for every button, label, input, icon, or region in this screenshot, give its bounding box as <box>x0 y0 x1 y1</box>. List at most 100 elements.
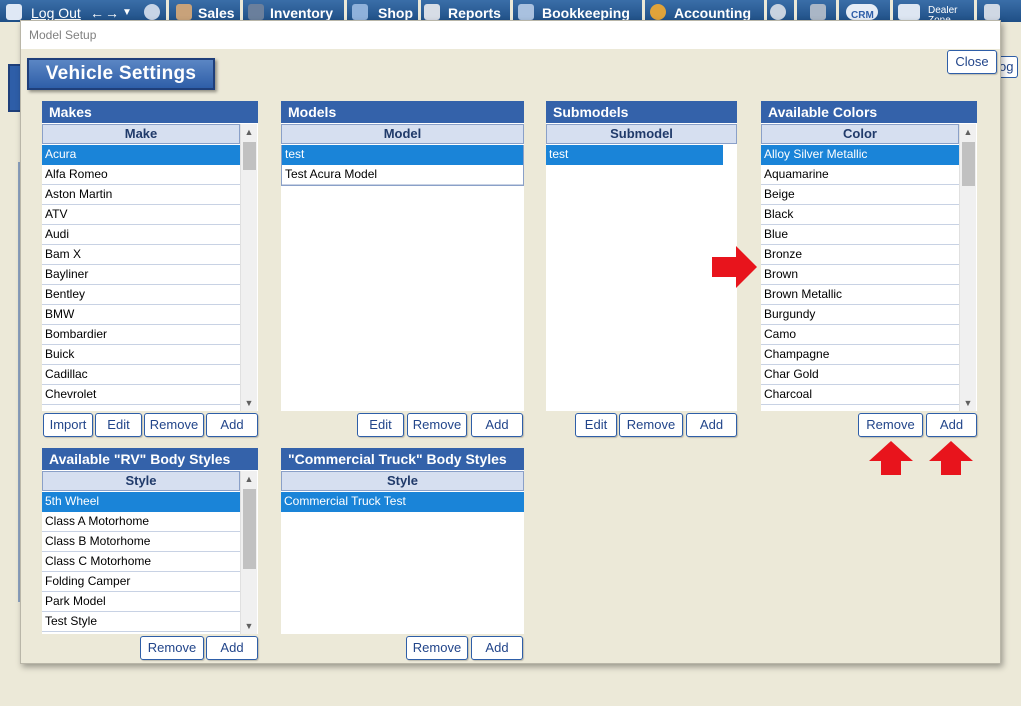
list-item[interactable]: Test Style <box>42 612 240 632</box>
list-item[interactable]: Alloy Silver Metallic <box>761 145 959 165</box>
makes-add-button[interactable]: Add <box>206 413 258 437</box>
list-item[interactable]: Bam X <box>42 245 240 265</box>
list-item[interactable]: Buick <box>42 345 240 365</box>
list-item[interactable]: test <box>282 145 523 165</box>
list-item[interactable]: test <box>546 145 723 165</box>
list-item[interactable]: 5th Wheel <box>42 492 240 512</box>
bookkeeping-menu[interactable]: Bookkeeping <box>542 0 638 22</box>
car-icon <box>248 4 264 20</box>
scroll-down-arrow-icon[interactable]: ▼ <box>241 395 257 411</box>
colors-panel: Available Colors Color Alloy Silver Meta… <box>761 101 977 411</box>
list-item[interactable]: Brown Metallic <box>761 285 959 305</box>
make-column-header[interactable]: Make <box>42 124 240 144</box>
submodels-remove-button[interactable]: Remove <box>619 413 683 437</box>
list-item[interactable]: Commercial Truck Test <box>281 492 524 512</box>
makes-import-button[interactable]: Import <box>43 413 93 437</box>
models-remove-button[interactable]: Remove <box>407 413 467 437</box>
makes-remove-button[interactable]: Remove <box>144 413 204 437</box>
list-item[interactable]: Bentley <box>42 285 240 305</box>
truck-styles-panel-title: "Commercial Truck" Body Styles <box>281 448 524 470</box>
logout-link[interactable]: Log Out <box>31 0 81 22</box>
red-right-arrow-icon <box>712 246 757 288</box>
models-add-button[interactable]: Add <box>471 413 523 437</box>
model-setup-dialog: Model Setup Vehicle Settings Close Makes… <box>20 20 1001 664</box>
forward-arrow-icon[interactable]: → <box>105 0 117 22</box>
list-item[interactable]: BMW <box>42 305 240 325</box>
list-item[interactable]: Black <box>761 205 959 225</box>
list-item[interactable]: Champagne <box>761 345 959 365</box>
scroll-up-arrow-icon[interactable]: ▲ <box>241 471 257 487</box>
list-item[interactable]: Beige <box>761 185 959 205</box>
list-item[interactable]: Charcoal <box>761 385 959 405</box>
list-item[interactable]: Alfa Romeo <box>42 165 240 185</box>
rv-styles-scrollbar[interactable]: ▲ ▼ <box>240 471 257 634</box>
calculator-icon[interactable] <box>984 4 1000 20</box>
scroll-down-arrow-icon[interactable]: ▼ <box>960 395 976 411</box>
truck-styles-remove-button[interactable]: Remove <box>406 636 468 660</box>
list-item[interactable]: Bronze <box>761 245 959 265</box>
list-item[interactable]: Test Acura Model <box>282 165 523 185</box>
submodels-edit-button[interactable]: Edit <box>575 413 617 437</box>
salesman-icon <box>176 4 192 20</box>
rv-styles-list: 5th Wheel Class A Motorhome Class B Motorh… <box>42 492 240 632</box>
list-item[interactable]: Folding Camper <box>42 572 240 592</box>
shop-menu[interactable]: Shop <box>378 0 416 22</box>
scrollbar-thumb[interactable] <box>962 142 975 186</box>
list-item[interactable]: Brown <box>761 265 959 285</box>
report-icon <box>424 4 440 20</box>
models-edit-button[interactable]: Edit <box>357 413 404 437</box>
rv-styles-panel-title: Available "RV" Body Styles <box>42 448 258 470</box>
list-item[interactable]: Blue <box>761 225 959 245</box>
rv-style-column-header[interactable]: Style <box>42 471 240 491</box>
list-item[interactable]: Bayliner <box>42 265 240 285</box>
list-item[interactable]: ATV <box>42 205 240 225</box>
list-item[interactable]: Audi <box>42 225 240 245</box>
list-item[interactable]: Char Gold <box>761 365 959 385</box>
dealer-zone-link[interactable]: Dealer Zone <box>928 6 968 20</box>
submodels-panel-title: Submodels <box>546 101 737 123</box>
rv-styles-add-button[interactable]: Add <box>206 636 258 660</box>
models-list: test Test Acura Model <box>281 145 524 186</box>
list-item[interactable]: Aquamarine <box>761 165 959 185</box>
home-icon[interactable] <box>6 4 22 20</box>
submodels-add-button[interactable]: Add <box>686 413 737 437</box>
rv-styles-remove-button[interactable]: Remove <box>140 636 204 660</box>
list-item[interactable]: Cadillac <box>42 365 240 385</box>
speedometer-icon[interactable] <box>144 4 160 20</box>
list-item[interactable]: Aston Martin <box>42 185 240 205</box>
sales-menu[interactable]: Sales <box>198 0 238 22</box>
reports-menu[interactable]: Reports <box>448 0 508 22</box>
colors-remove-button[interactable]: Remove <box>858 413 923 437</box>
model-column-header[interactable]: Model <box>281 124 524 144</box>
scroll-up-arrow-icon[interactable]: ▲ <box>960 124 976 140</box>
list-item[interactable]: Acura <box>42 145 240 165</box>
models-panel: Models Model test Test Acura Model <box>281 101 524 411</box>
truck-style-column-header[interactable]: Style <box>281 471 524 491</box>
color-column-header[interactable]: Color <box>761 124 959 144</box>
list-item[interactable]: Camo <box>761 325 959 345</box>
submodel-column-header[interactable]: Submodel <box>546 124 737 144</box>
list-item[interactable]: Park Model <box>42 592 240 612</box>
makes-edit-button[interactable]: Edit <box>95 413 142 437</box>
back-arrow-icon[interactable]: ← <box>90 0 102 22</box>
list-item[interactable]: Class B Motorhome <box>42 532 240 552</box>
scrollbar-thumb[interactable] <box>243 142 256 170</box>
list-item[interactable]: Class C Motorhome <box>42 552 240 572</box>
dropdown-arrow-icon[interactable]: ▼ <box>122 0 132 22</box>
accounting-menu[interactable]: Accounting <box>674 0 760 22</box>
scrollbar-thumb[interactable] <box>243 489 256 569</box>
colors-add-button[interactable]: Add <box>926 413 977 437</box>
scroll-up-arrow-icon[interactable]: ▲ <box>241 124 257 140</box>
list-item[interactable]: Class A Motorhome <box>42 512 240 532</box>
list-item[interactable]: Burgundy <box>761 305 959 325</box>
list-item[interactable]: Bombardier <box>42 325 240 345</box>
truck-styles-add-button[interactable]: Add <box>471 636 523 660</box>
colors-scrollbar[interactable]: ▲ ▼ <box>959 124 976 411</box>
scroll-down-arrow-icon[interactable]: ▼ <box>241 618 257 634</box>
bell-icon[interactable] <box>810 4 826 20</box>
close-button[interactable]: Close <box>947 50 997 74</box>
gear-icon[interactable] <box>770 4 786 20</box>
list-item[interactable]: Chevrolet <box>42 385 240 405</box>
inventory-menu[interactable]: Inventory <box>270 0 340 22</box>
makes-scrollbar[interactable]: ▲ ▼ <box>240 124 257 411</box>
